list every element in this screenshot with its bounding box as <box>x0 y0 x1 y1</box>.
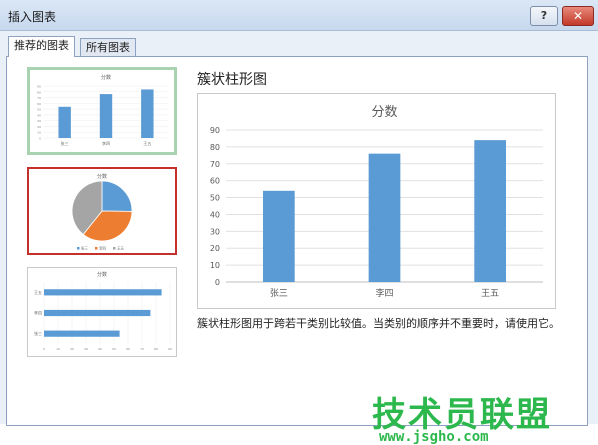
thumb-x-label: 李四 <box>102 140 110 146</box>
thumbnail-bar-chart: 分数 0 10 20 30 40 50 60 70 80 90 王五李四张三 <box>34 271 172 351</box>
x-tick-label: 李四 <box>375 287 393 299</box>
preview-description: 簇状柱形图用于跨若干类别比较值。当类别的顺序并不重要时，请使用它。 <box>197 317 560 330</box>
thumb-bar <box>99 94 113 138</box>
thumb-x-tick: 70 <box>140 347 144 351</box>
preview-heading: 簇状柱形图 <box>197 72 267 88</box>
legend-label: 李四 <box>99 246 106 251</box>
dialog-body: 推荐的图表 所有图表 分数 0 10 20 30 40 50 60 70 80 90 张三 李四 王五 分… <box>0 31 598 445</box>
thumb-title: 分数 <box>101 74 111 81</box>
thumb-x-tick: 0 <box>43 347 45 351</box>
thumb-y-tick: 10 <box>37 131 41 135</box>
thumb-x-label: 张三 <box>61 140 69 146</box>
thumb-x-label: 王五 <box>143 141 151 146</box>
y-tick-label: 30 <box>210 227 220 236</box>
chart-title: 分数 <box>371 105 397 120</box>
thumb-y-label: 王五 <box>34 290 42 295</box>
chart-preview: 分数 0 10 20 30 40 50 60 70 80 90 张三 李四 王五 <box>197 93 556 309</box>
bar <box>262 190 295 282</box>
y-tick-label: 90 <box>210 126 220 135</box>
thumb-y-tick: 20 <box>37 125 41 129</box>
thumb-y-label: 李四 <box>34 310 42 316</box>
y-tick-label: 60 <box>210 177 220 186</box>
help-button[interactable]: ? <box>530 6 558 26</box>
thumbnail-pie-chart: 分数张三 李四 王五 <box>71 173 133 251</box>
thumb-y-tick: 40 <box>37 113 41 117</box>
bar <box>474 140 507 282</box>
y-tick-label: 20 <box>210 244 220 253</box>
watermark-url: www.jsgho.com <box>379 429 489 445</box>
y-tick-label: 70 <box>210 160 220 169</box>
thumb-x-tick: 20 <box>70 347 74 351</box>
tab-all-charts[interactable]: 所有图表 <box>80 38 136 57</box>
thumb-x-tick: 30 <box>84 347 88 351</box>
main-chart: 分数 0 10 20 30 40 50 60 70 80 90 张三 李四 王五 <box>210 105 543 299</box>
thumb-bar <box>58 106 71 138</box>
thumbnail-clustered-bar[interactable]: 分数 0 10 20 30 40 50 60 70 80 90 王五李四张三 <box>27 267 177 357</box>
legend-label: 张三 <box>81 246 88 251</box>
thumb-bar <box>141 89 154 138</box>
y-tick-label: 0 <box>215 278 220 287</box>
legend-swatch <box>95 247 98 250</box>
thumb-x-tick: 40 <box>98 347 102 351</box>
thumb-title: 分数 <box>97 173 107 180</box>
y-tick-label: 80 <box>210 143 220 152</box>
title-bar: 插入图表 ? ✕ <box>0 0 598 31</box>
thumb-y-tick: 60 <box>37 102 41 106</box>
tab-panel: 分数 0 10 20 30 40 50 60 70 80 90 张三 李四 王五 分数 张三 李四 王五 分数 0… <box>6 56 588 445</box>
y-tick-label: 10 <box>210 261 220 270</box>
thumb-y-tick: 90 <box>37 85 41 89</box>
window-title: 插入图表 <box>8 10 57 24</box>
y-tick-label: 40 <box>210 210 220 219</box>
thumbnail-pie[interactable]: 分数张三 李四 王五 <box>27 167 177 255</box>
thumb-bar <box>44 289 162 296</box>
thumb-title: 分数 <box>97 271 107 278</box>
x-tick-label: 张三 <box>270 288 288 299</box>
thumb-y-tick: 50 <box>37 108 41 112</box>
thumb-x-tick: 10 <box>56 347 60 351</box>
thumb-x-tick: 50 <box>112 347 116 351</box>
thumb-y-tick: 80 <box>37 90 41 94</box>
thumb-x-tick: 90 <box>168 347 172 351</box>
thumb-y-tick: 70 <box>37 96 41 100</box>
thumb-x-tick: 60 <box>126 347 130 351</box>
tab-recommended-charts[interactable]: 推荐的图表 <box>8 36 75 57</box>
thumb-y-tick: 0 <box>39 137 41 141</box>
x-tick-label: 王五 <box>481 288 499 299</box>
thumbnail-clustered-column[interactable]: 分数 0 10 20 30 40 50 60 70 80 90 张三 李四 王五 <box>27 67 177 155</box>
thumb-y-label: 张三 <box>34 330 42 336</box>
bar <box>368 153 401 282</box>
pie-slice <box>101 180 133 212</box>
legend-label: 王五 <box>117 247 124 251</box>
thumb-x-tick: 80 <box>154 347 158 351</box>
legend-swatch <box>113 247 116 250</box>
thumb-bar <box>44 309 151 317</box>
thumbnail-column-chart: 分数0102030405060708090张三 李四 王五 <box>37 74 168 146</box>
legend-swatch <box>77 247 80 250</box>
close-button[interactable]: ✕ <box>562 6 594 26</box>
thumb-y-tick: 30 <box>37 119 41 123</box>
y-tick-label: 50 <box>210 194 220 203</box>
thumb-bar <box>44 330 120 337</box>
